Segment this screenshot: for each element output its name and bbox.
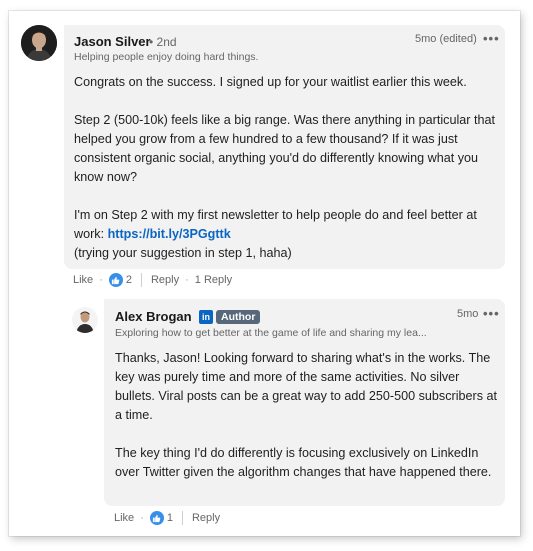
like-reaction-icon: [149, 511, 164, 525]
comment-thread-card: Jason Silver • 2nd Helping people enjoy …: [9, 11, 520, 536]
comment-author-headline: Helping people enjoy doing hard things.: [74, 51, 259, 63]
comment-body: Congrats on the success. I signed up for…: [74, 73, 499, 263]
reply-actions: Like · 1 Reply: [114, 511, 220, 525]
reply-author-name[interactable]: Alex Brogan: [115, 309, 192, 324]
reply-button[interactable]: Reply: [192, 512, 220, 524]
avatar-alex-brogan[interactable]: [72, 307, 98, 333]
reply-author-headline: Exploring how to get better at the game …: [115, 327, 427, 339]
reply-body: Thanks, Jason! Looking forward to sharin…: [115, 349, 499, 482]
like-reaction-icon: [108, 273, 123, 287]
author-badge: Author: [216, 310, 261, 324]
comment-actions: Like · 2 Reply · 1 Reply: [73, 273, 232, 287]
avatar-jason-silver[interactable]: [21, 25, 57, 61]
comment-paragraph-1: Congrats on the success. I signed up for…: [74, 75, 467, 89]
linkedin-icon: in: [199, 310, 213, 324]
like-button[interactable]: Like: [114, 512, 134, 524]
like-count[interactable]: 1: [167, 512, 173, 524]
comment-paragraph-4: (trying your suggestion in step 1, haha): [74, 246, 292, 260]
comment-paragraph-2: Step 2 (500-10k) feels like a big range.…: [74, 113, 495, 184]
separator-dot: ·: [185, 274, 189, 286]
action-divider: [181, 511, 183, 525]
reply-paragraph-2: The key thing I'd do differently is focu…: [115, 446, 492, 479]
comment-more-icon[interactable]: •••: [483, 31, 500, 46]
reply-more-icon[interactable]: •••: [483, 306, 500, 321]
separator-dot: ·: [140, 512, 144, 524]
newsletter-link[interactable]: https://bit.ly/3PGgttk: [108, 227, 231, 241]
like-button[interactable]: Like: [73, 274, 93, 286]
avatar-image: [72, 307, 98, 333]
reply-button[interactable]: Reply: [151, 274, 179, 286]
comment-timestamp: 5mo (edited): [415, 33, 477, 45]
reply-timestamp: 5mo: [457, 308, 479, 320]
reply-paragraph-1: Thanks, Jason! Looking forward to sharin…: [115, 351, 498, 422]
like-count[interactable]: 2: [126, 274, 132, 286]
separator-dot: ·: [99, 274, 103, 286]
comment-paragraph-3: I'm on Step 2 with my first newsletter t…: [74, 206, 499, 244]
action-divider: [140, 273, 142, 287]
replies-count-link[interactable]: 1 Reply: [195, 274, 232, 286]
connection-degree: • 2nd: [149, 35, 177, 49]
avatar-image: [21, 25, 57, 61]
comment-author-name[interactable]: Jason Silver: [74, 34, 151, 49]
